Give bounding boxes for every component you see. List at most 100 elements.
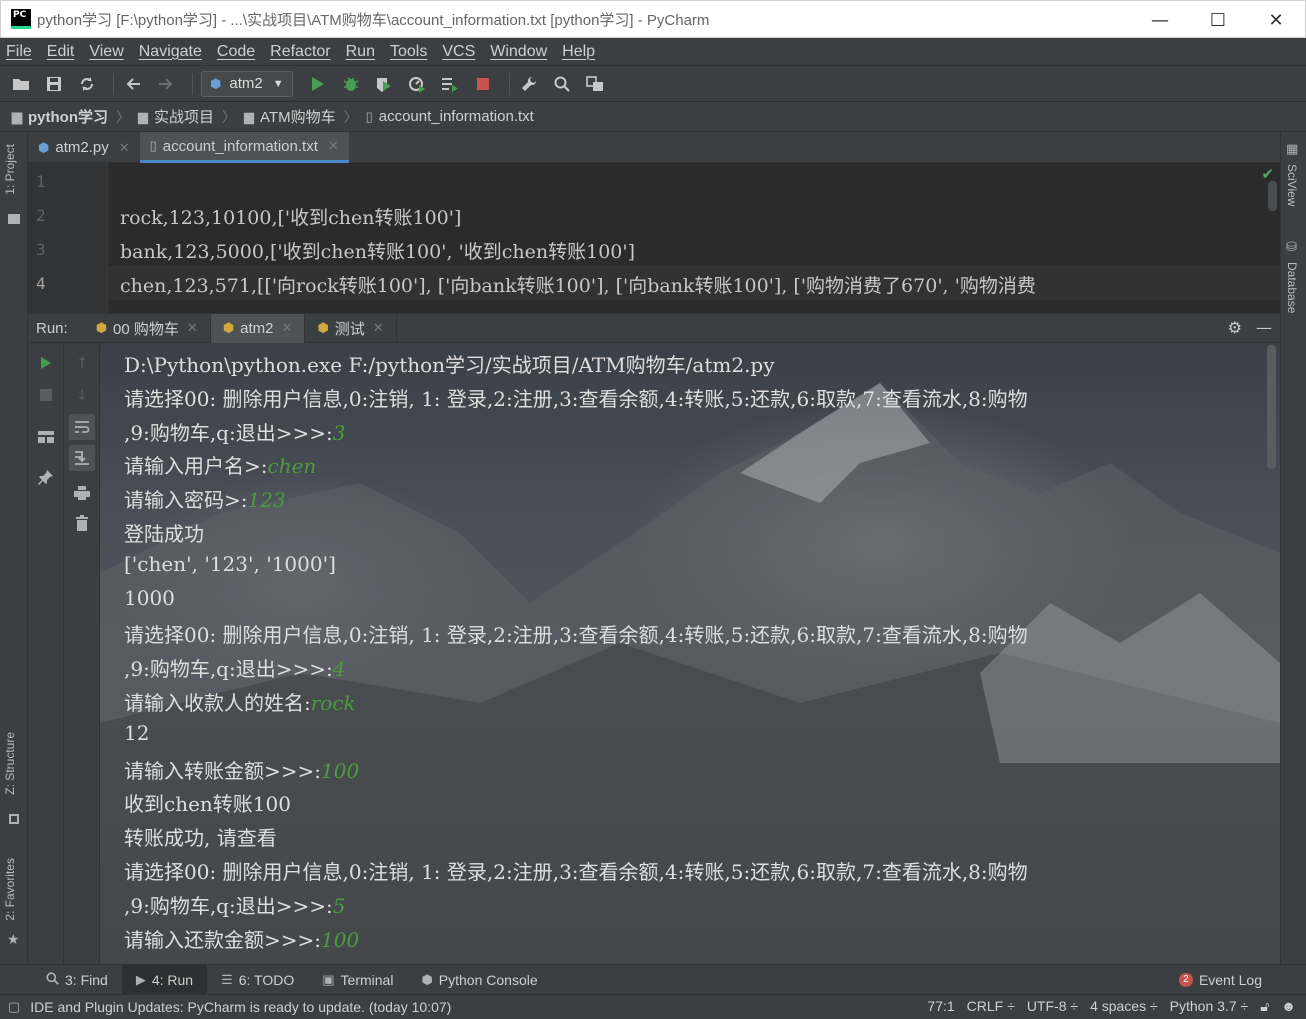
breadcrumb: ▆ python学习 〉 ▆ 实战项目 〉 ▆ ATM购物车 〉 ▯ accou… [0,102,1306,132]
status-message[interactable]: ▢ IDE and Plugin Updates: PyCharm is rea… [8,999,451,1015]
tab-account-information-txt[interactable]: ▯ account_information.txt ✕ [139,132,349,163]
interpreter-selector[interactable]: Python 3.7 ÷ [1170,998,1249,1015]
menu-help[interactable]: Help [562,43,595,61]
run-configuration-selector[interactable]: ⬢ atm2 ▼ [201,70,293,97]
menu-window[interactable]: Window [490,43,547,61]
close-button[interactable]: ✕ [1247,1,1305,39]
structure-icon [9,814,19,824]
database-tool-tab[interactable]: Database [1285,262,1299,313]
code-editor[interactable]: 1 2 3 4 rock,123,10100,['收到chen转账100'] b… [28,163,1280,313]
indent-selector[interactable]: 4 spaces ÷ [1090,998,1158,1015]
favorites-tool-tab[interactable]: 2: Favorites [3,858,17,921]
line-separator-selector[interactable]: CRLF ÷ [967,998,1015,1015]
run-tab-shopping-cart[interactable]: ⬢ 00 购物车 ✕ [84,313,211,343]
menu-file[interactable]: File [6,43,32,61]
rerun-icon[interactable] [36,353,56,373]
sciview-tool-tab[interactable]: SciView [1285,164,1299,206]
run-tool-tab[interactable]: ▶ 4: Run [121,964,208,995]
breadcrumb-folder-project[interactable]: ▆ 实战项目 [138,106,214,127]
console-output-text: 转账成功, 请查看 [124,826,277,851]
todo-list-icon: ☰ [221,971,233,987]
breadcrumb-file[interactable]: ▯ account_information.txt [366,108,534,125]
title-bar: PC python学习 [F:\python学习] - ...\实战项目\ATM… [0,0,1306,38]
menu-refactor[interactable]: Refactor [270,43,330,61]
chevron-right-icon: 〉 [116,109,130,126]
run-tab-test[interactable]: ⬢ 测试 ✕ [305,313,397,343]
close-tab-icon[interactable]: ✕ [187,320,198,336]
stop-icon[interactable] [36,385,56,405]
inspector-icon[interactable]: ☻ [1281,998,1296,1015]
todo-tool-tab[interactable]: ☰ 6: TODO [207,965,308,995]
restore-layout-icon[interactable] [36,427,56,447]
scroll-to-end-icon[interactable] [69,445,95,471]
run-panel-label: Run: [36,319,68,337]
profile-icon[interactable] [404,71,430,97]
console-user-input: 100 [321,927,360,952]
console-output-text: 12 [124,720,150,745]
console-output-text: 请选择00: 删除用户信息,0:注销, 1: 登录,2:注册,3:查看余额,4:… [124,386,1028,411]
python-console-tool-tab[interactable]: ⬢ Python Console [407,965,551,995]
run-tab-atm2[interactable]: ⬢ atm2 ✕ [210,313,306,343]
console-scrollbar[interactable] [1267,345,1276,469]
up-arrow-icon[interactable]: ↑ [72,353,92,373]
minimize-button[interactable]: — [1131,1,1189,39]
project-tool-tab[interactable]: 1: Project [3,144,17,195]
menu-run[interactable]: Run [346,43,375,61]
console-output-text: 登陆成功 [124,522,204,546]
menu-navigate[interactable]: Navigate [139,43,202,61]
run-icon: ▶ [135,971,146,987]
close-tab-icon[interactable]: ✕ [282,320,293,336]
terminal-tool-tab[interactable]: ▣ Terminal [308,965,407,995]
run-console-output[interactable]: D:\Python\python.exe F:/python学习/实战项目/AT… [100,343,1280,964]
caret-position[interactable]: 77:1 [927,998,954,1015]
menu-vcs[interactable]: VCS [442,43,475,61]
database-icon: ⛁ [1286,240,1297,255]
tab-atm2-py[interactable]: ⬢ atm2.py ✕ [28,132,140,163]
concurrency-icon[interactable] [437,71,463,97]
terminal-icon: ▣ [322,971,335,987]
gear-icon[interactable]: ⚙ [1228,318,1242,337]
status-widgets: 77:1 CRLF ÷ UTF-8 ÷ 4 spaces ÷ Python 3.… [927,998,1296,1015]
stop-icon[interactable] [470,71,496,97]
maximize-button[interactable]: ☐ [1189,1,1247,39]
run-with-coverage-icon[interactable] [371,71,397,97]
soft-wrap-icon[interactable] [69,414,95,440]
line-number-gutter: 1 2 3 4 [28,163,108,313]
close-tab-icon[interactable]: ✕ [119,140,130,156]
window-title: python学习 [F:\python学习] - ...\实战项目\ATM购物车… [37,11,710,29]
trash-icon[interactable] [72,513,92,533]
encoding-selector[interactable]: UTF-8 ÷ [1027,998,1078,1015]
down-arrow-icon[interactable]: ↓ [72,385,92,405]
hide-panel-icon[interactable]: — [1256,318,1272,337]
editor-scrollbar[interactable] [1268,181,1277,211]
search-icon[interactable] [549,71,575,97]
run-icon[interactable] [305,71,331,97]
menu-view[interactable]: View [89,43,123,61]
pin-icon[interactable] [36,467,56,487]
print-icon[interactable] [72,483,92,503]
notification-count-badge: 2 [1178,972,1193,987]
vcs-operations-icon[interactable] [582,71,608,97]
event-log-tool-tab[interactable]: 2 Event Log [1165,965,1276,995]
sync-icon[interactable] [74,71,100,97]
console-output-text: 请选择00: 删除用户信息,0:注销, 1: 登录,2:注册,3:查看余额,4:… [124,860,1028,884]
open-folder-icon[interactable] [8,71,34,97]
close-tab-icon[interactable]: ✕ [373,320,384,336]
menu-code[interactable]: Code [217,43,255,61]
back-arrow-icon[interactable] [120,71,146,97]
toggle-tool-windows-icon[interactable]: ▢ [8,999,20,1015]
debug-icon[interactable] [338,71,364,97]
save-icon[interactable] [41,71,67,97]
forward-arrow-icon[interactable] [153,71,179,97]
breadcrumb-folder-atm[interactable]: ▆ ATM购物车 [244,106,336,127]
menu-tools[interactable]: Tools [390,43,427,61]
console-line: 1000 [124,586,175,610]
pycharm-logo-icon: PC [11,9,31,29]
find-tool-tab[interactable]: 3: Find [32,965,122,995]
wrench-icon[interactable] [516,71,542,97]
menu-edit[interactable]: Edit [47,43,75,61]
close-tab-icon[interactable]: ✕ [328,138,339,154]
breadcrumb-project[interactable]: ▆ python学习 [12,106,108,127]
lock-icon[interactable]: 🔓︎ [1260,998,1269,1015]
structure-tool-tab[interactable]: Z: Structure [3,732,17,795]
